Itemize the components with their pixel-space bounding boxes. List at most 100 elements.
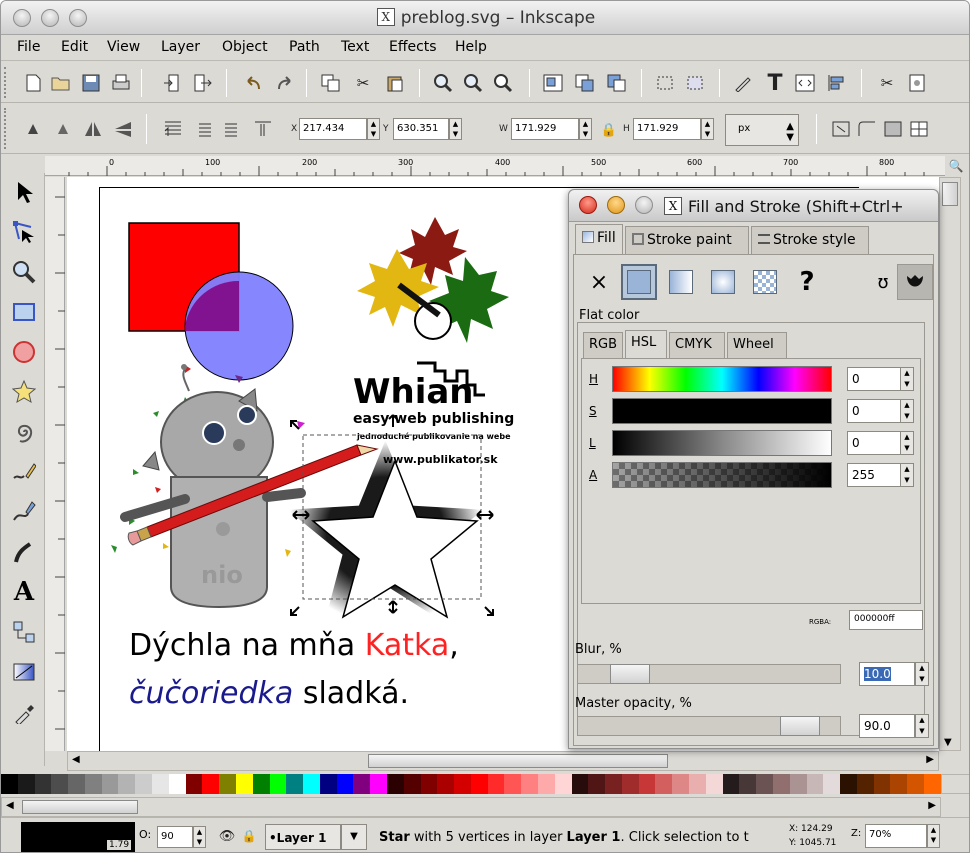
y-stepper[interactable]: ▲ ▼ (449, 118, 462, 140)
menu-help[interactable]: Help (455, 39, 487, 55)
menu-text[interactable]: Text (341, 39, 369, 55)
group-icon[interactable] (541, 71, 565, 95)
tab-fill[interactable]: Fill (575, 224, 623, 254)
palette-swatch[interactable] (17, 774, 35, 794)
palette-swatch[interactable] (303, 774, 320, 794)
palette-swatch[interactable] (34, 774, 52, 794)
calligraphy-icon[interactable] (7, 535, 41, 569)
a-stepper[interactable]: ▲ ▼ (900, 463, 914, 487)
export-icon[interactable] (191, 71, 215, 95)
logo-tagline[interactable]: jednoduché publikovanie na webe (356, 431, 511, 441)
pattern-icon[interactable] (747, 264, 783, 300)
flip-horizontal-icon[interactable] (81, 117, 105, 141)
palette-swatch[interactable] (739, 774, 757, 794)
rect-icon[interactable] (7, 295, 41, 329)
palette-swatch[interactable] (336, 774, 354, 794)
document-properties-icon[interactable] (905, 71, 929, 95)
palette-swatch[interactable] (504, 774, 522, 794)
ellipse-icon[interactable] (7, 335, 41, 369)
tab-stroke-paint[interactable]: Stroke paint (625, 226, 749, 254)
node-tool-icon[interactable] (7, 215, 41, 249)
master-opacity-thumb[interactable] (780, 716, 820, 736)
palette-swatch[interactable] (571, 774, 589, 794)
dropper-icon[interactable] (7, 695, 41, 729)
logo-subtitle[interactable]: easy web publishing (353, 411, 514, 427)
palette-swatch[interactable] (168, 774, 186, 794)
dialog-close-button[interactable] (579, 196, 597, 214)
transform-gradient-icon[interactable] (881, 117, 905, 141)
palette-swatch[interactable] (51, 774, 69, 794)
palette-swatch[interactable] (672, 774, 690, 794)
scroll-thumb[interactable] (368, 754, 668, 768)
horizontal-ruler[interactable]: 0 100 200 300 400 500 600 700 800 (45, 156, 945, 176)
blur-stepper[interactable]: ▲ ▼ (915, 662, 929, 686)
scroll-right-icon[interactable]: ▶ (926, 754, 934, 765)
import-icon[interactable] (161, 71, 185, 95)
canvas-text-line1[interactable]: Dýchla na mňa Katka, (129, 628, 459, 663)
palette-swatch[interactable] (319, 774, 337, 794)
node-icon[interactable] (653, 71, 677, 95)
scroll-left-icon[interactable]: ◀ (6, 800, 14, 811)
tab-cmyk[interactable]: CMYK (669, 332, 725, 358)
l-value-input[interactable]: 0 (847, 431, 901, 455)
scroll-thumb[interactable] (942, 182, 958, 206)
lightness-slider[interactable] (612, 430, 832, 456)
s-value-input[interactable]: 0 (847, 399, 901, 423)
palette-swatch[interactable] (873, 774, 891, 794)
master-opacity-stepper[interactable]: ▲ ▼ (915, 714, 929, 738)
x-stepper[interactable]: ▲ ▼ (367, 118, 380, 140)
transform-stroke-icon[interactable] (829, 117, 853, 141)
l-stepper[interactable]: ▲ ▼ (900, 431, 914, 455)
linear-gradient-icon[interactable] (663, 264, 699, 300)
palette-swatch[interactable] (655, 774, 673, 794)
layer-dropdown-icon[interactable]: ▼ (341, 824, 367, 850)
lower-to-bottom-icon[interactable] (251, 117, 275, 141)
hue-slider[interactable] (612, 366, 832, 392)
palette-swatch[interactable] (538, 774, 555, 794)
redo-icon[interactable] (273, 71, 297, 95)
lower-icon[interactable] (221, 117, 245, 141)
palette-scrollbar[interactable]: ◀ ▶ (1, 797, 941, 817)
palette-swatch[interactable] (84, 774, 102, 794)
palette-swatch[interactable] (806, 774, 824, 794)
tab-rgb[interactable]: RGB (583, 332, 623, 358)
zoom-stepper[interactable]: ▲ ▼ (927, 824, 940, 848)
zoom-corner-icon[interactable]: 🔍 (945, 157, 967, 175)
scroll-left-icon[interactable]: ◀ (72, 754, 80, 765)
text-tool-icon[interactable]: A (7, 575, 41, 609)
dialog-zoom-button[interactable] (635, 196, 653, 214)
no-paint-icon[interactable]: × (581, 264, 617, 300)
palette-swatch[interactable] (470, 774, 488, 794)
vertical-scrollbar[interactable]: ▼ (939, 177, 961, 751)
palette-swatch[interactable] (772, 774, 790, 794)
duplicate-icon[interactable] (319, 71, 343, 95)
vertical-ruler[interactable] (45, 177, 65, 751)
blur-input[interactable]: 10.0 (859, 662, 915, 686)
menu-view[interactable]: View (107, 39, 140, 55)
palette-swatch[interactable] (101, 774, 119, 794)
fill-rule-nonzero-icon[interactable] (897, 264, 933, 300)
zoom-selection-icon[interactable] (431, 71, 455, 95)
palette-swatch[interactable] (923, 774, 941, 794)
unit-select[interactable]: px ▲ ▼ (725, 114, 799, 146)
palette-swatch[interactable] (756, 774, 773, 794)
palette-swatch[interactable] (454, 774, 471, 794)
palette-swatch[interactable] (722, 774, 740, 794)
tab-stroke-style[interactable]: Stroke style (751, 226, 869, 254)
menu-layer[interactable]: Layer (161, 39, 200, 55)
palette-swatch[interactable] (554, 774, 572, 794)
connector-icon[interactable] (7, 615, 41, 649)
print-icon[interactable] (109, 71, 133, 95)
rotate-cw-icon[interactable] (51, 117, 75, 141)
layer-select[interactable]: •Layer 1 (265, 824, 341, 850)
align-icon[interactable] (825, 71, 849, 95)
undo-icon[interactable] (241, 71, 265, 95)
blur-slider[interactable] (577, 664, 841, 684)
new-icon[interactable] (21, 71, 45, 95)
palette-swatch[interactable] (286, 774, 304, 794)
master-opacity-slider[interactable] (577, 716, 841, 736)
palette-swatch[interactable] (185, 774, 203, 794)
saturation-slider[interactable] (612, 398, 832, 424)
palette-swatch[interactable] (1, 774, 18, 794)
scroll-thumb[interactable] (22, 800, 138, 814)
